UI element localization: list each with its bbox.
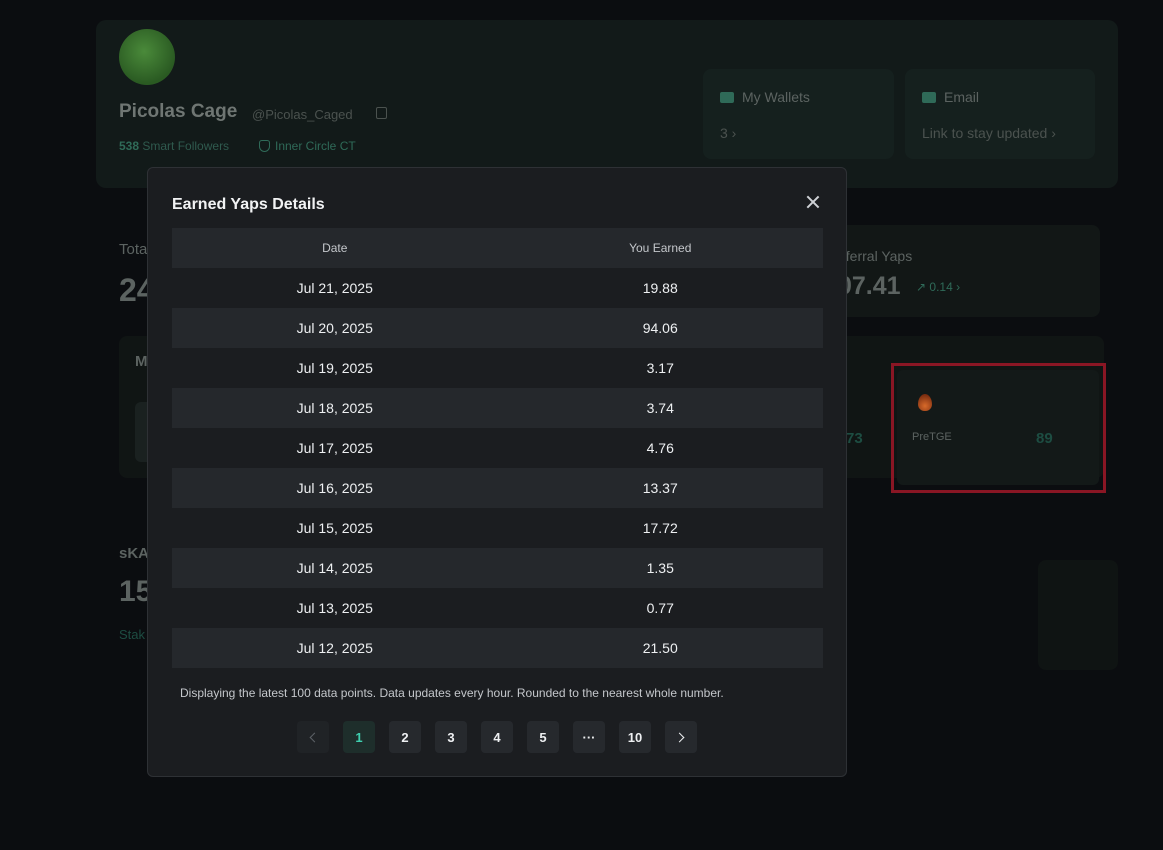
table-row: Jul 18, 2025 3.74 — [172, 388, 823, 428]
wallets-title-label: My Wallets — [742, 89, 810, 105]
date-cell: Jul 14, 2025 — [296, 560, 373, 576]
inner-circle-label: Inner Circle CT — [275, 139, 356, 153]
previous-page-button[interactable] — [297, 721, 329, 753]
date-cell: Jul 17, 2025 — [296, 440, 373, 456]
date-cell: Jul 16, 2025 — [296, 480, 373, 496]
wallet-icon — [720, 92, 734, 103]
email-card[interactable]: Email Link to stay updated › — [905, 69, 1095, 159]
smart-followers-label: Smart Followers — [142, 139, 230, 153]
copy-icon[interactable] — [376, 107, 387, 119]
mail-icon — [922, 92, 936, 103]
earned-cell: 3.74 — [646, 400, 674, 416]
date-cell: Jul 15, 2025 — [296, 520, 373, 536]
date-cell: Jul 12, 2025 — [296, 640, 373, 656]
profile-name: Picolas Cage — [119, 101, 238, 122]
table-row: Jul 20, 2025 94.06 — [172, 308, 823, 348]
referral-delta[interactable]: ↗ 0.14 › — [916, 280, 960, 294]
referral-value: 07.41 — [838, 272, 901, 300]
table-row: Jul 17, 2025 4.76 — [172, 428, 823, 468]
chevron-right-icon — [674, 732, 685, 742]
earned-yaps-modal: Earned Yaps Details Date You Earned Jul … — [147, 167, 847, 777]
page-button-10[interactable]: 10 — [619, 721, 651, 753]
earned-cell: 0.77 — [646, 600, 674, 616]
date-cell: Jul 20, 2025 — [296, 320, 373, 336]
table-row: Jul 13, 2025 0.77 — [172, 588, 823, 628]
mindshare-value: 73 — [846, 430, 863, 447]
data-footnote: Displaying the latest 100 data points. D… — [180, 686, 724, 700]
earned-cell: 17.72 — [642, 520, 678, 536]
highlight-box — [891, 363, 1106, 493]
table-row: Jul 14, 2025 1.35 — [172, 548, 823, 588]
earned-yaps-table: Date You Earned Jul 21, 2025 19.88 Jul 20… — [172, 228, 823, 668]
table-row: Jul 21, 2025 19.88 — [172, 268, 823, 308]
skaito-label: sKA — [119, 545, 150, 562]
earned-cell: 21.50 — [642, 640, 678, 656]
earned-cell: 94.06 — [642, 320, 678, 336]
avatar — [119, 29, 175, 85]
my-wallets-card[interactable]: My Wallets 3 › — [703, 69, 894, 159]
background-tile — [1038, 560, 1118, 670]
earned-cell: 13.37 — [642, 480, 678, 496]
earned-cell: 19.88 — [642, 280, 678, 296]
shield-icon — [259, 140, 270, 152]
email-title-label: Email — [944, 89, 980, 105]
inner-circle-badge: Inner Circle CT — [259, 139, 356, 153]
page-button-2[interactable]: 2 — [389, 721, 421, 753]
wallets-title: My Wallets — [720, 89, 810, 105]
date-cell: Jul 13, 2025 — [296, 600, 373, 616]
referral-label: eferral Yaps — [838, 248, 913, 264]
referral-card — [827, 225, 1100, 317]
table-row: Jul 16, 2025 13.37 — [172, 468, 823, 508]
close-icon[interactable] — [804, 193, 822, 211]
date-cell: Jul 18, 2025 — [296, 400, 373, 416]
stake-link[interactable]: Stak — [119, 627, 145, 642]
column-header-date: Date — [322, 241, 348, 255]
smart-followers: 538 Smart Followers — [119, 139, 229, 153]
page-button-3[interactable]: 3 — [435, 721, 467, 753]
page-button-1[interactable]: 1 — [343, 721, 375, 753]
email-link: Link to stay updated › — [922, 125, 1056, 141]
total-label: Tota — [119, 241, 148, 258]
date-cell: Jul 19, 2025 — [296, 360, 373, 376]
earned-cell: 1.35 — [646, 560, 674, 576]
table-header: Date You Earned — [172, 228, 823, 268]
mindshare-label: M — [135, 353, 148, 370]
email-title: Email — [922, 89, 979, 105]
table-row: Jul 12, 2025 21.50 — [172, 628, 823, 668]
table-row: Jul 19, 2025 3.17 — [172, 348, 823, 388]
next-page-button[interactable] — [665, 721, 697, 753]
page-button-5[interactable]: 5 — [527, 721, 559, 753]
smart-followers-count: 538 — [119, 139, 140, 153]
earned-cell: 4.76 — [646, 440, 674, 456]
chevron-left-icon — [309, 732, 320, 742]
date-cell: Jul 21, 2025 — [296, 280, 373, 296]
page-button-4[interactable]: 4 — [481, 721, 513, 753]
modal-title: Earned Yaps Details — [172, 196, 325, 213]
column-header-earned: You Earned — [629, 241, 692, 255]
page-ellipsis[interactable]: ··· — [573, 721, 605, 753]
profile-handle: @Picolas_Caged — [252, 107, 353, 122]
pagination: 1 2 3 4 5 ··· 10 — [297, 721, 697, 753]
earned-cell: 3.17 — [646, 360, 674, 376]
table-row: Jul 15, 2025 17.72 — [172, 508, 823, 548]
wallets-count: 3 › — [720, 125, 737, 141]
